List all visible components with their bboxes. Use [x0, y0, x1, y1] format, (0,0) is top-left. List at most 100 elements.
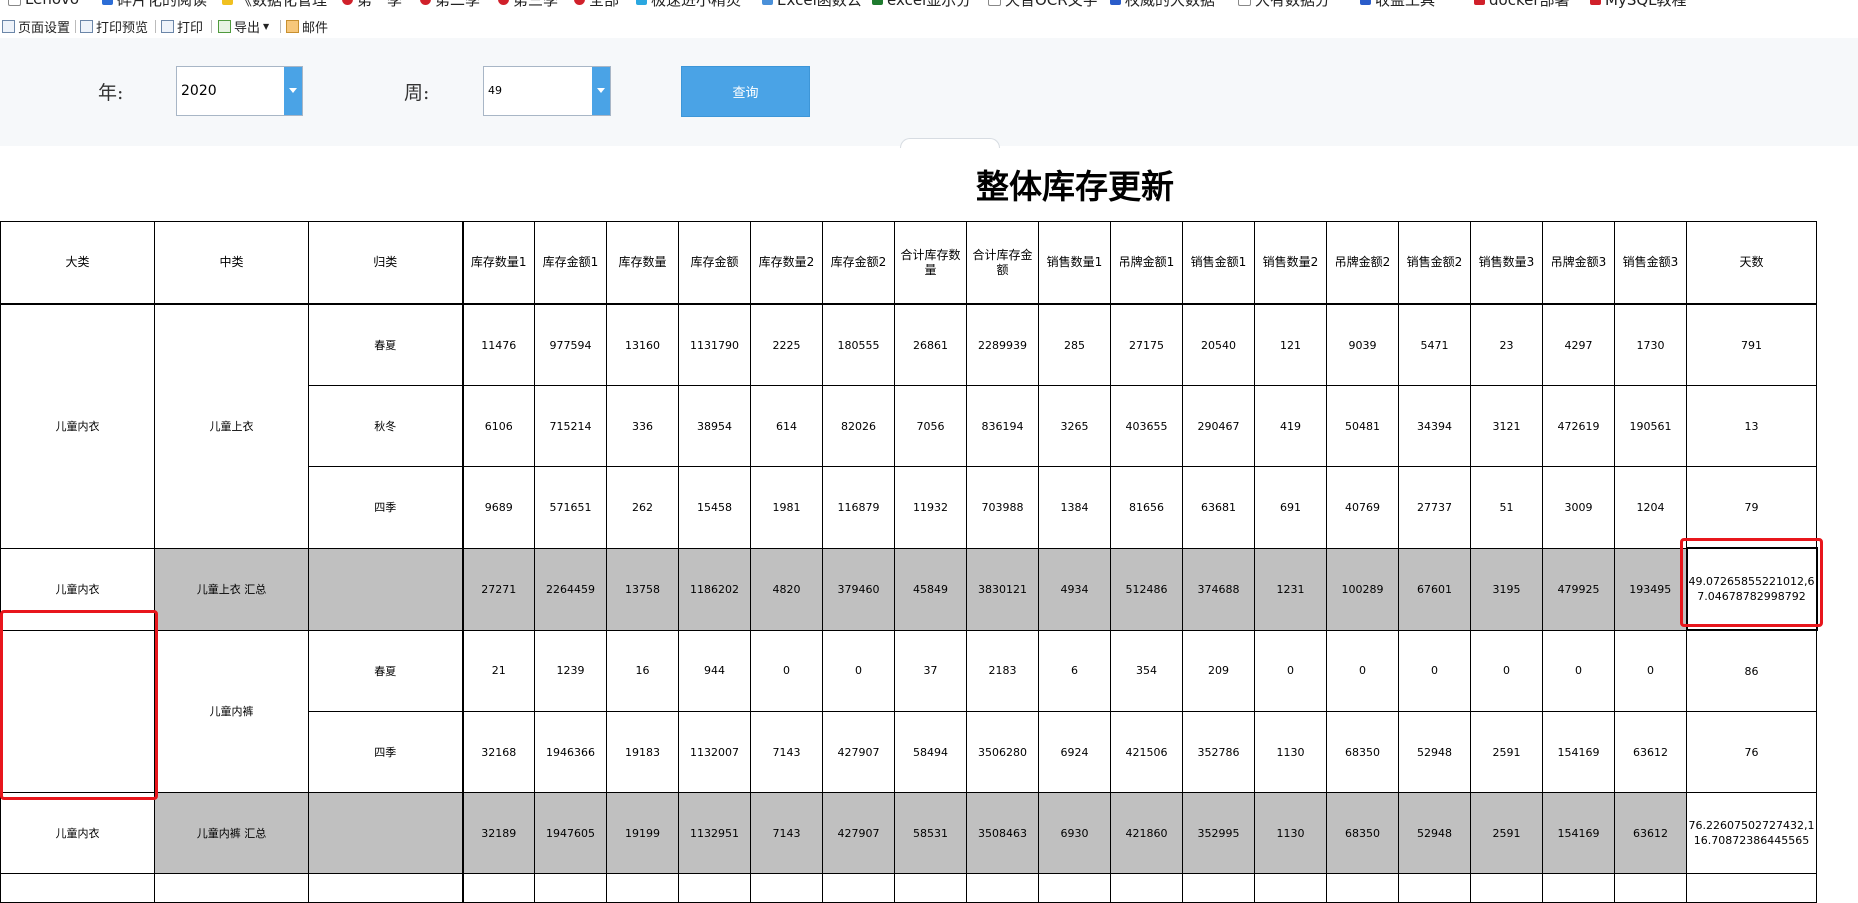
value-cell: 1132007 [678, 711, 751, 793]
value-cell: 0 [750, 629, 823, 712]
value-cell: 419 [1254, 385, 1327, 467]
value-cell: 0 [1254, 629, 1327, 712]
empty-cell [461, 873, 535, 903]
bookmark[interactable]: 天音OCR文字 [988, 0, 1098, 8]
empty-cell [678, 873, 751, 903]
value-cell: 3830121 [966, 547, 1039, 631]
value-cell: 81656 [1110, 466, 1183, 549]
value-cell: 193495 [1614, 547, 1687, 631]
empty-cell [0, 873, 155, 903]
value-cell: 571651 [534, 466, 607, 549]
chevron-down-icon: ▼ [263, 21, 270, 31]
value-cell: 40769 [1326, 466, 1399, 549]
value-cell: 1730 [1614, 303, 1687, 386]
value-cell: 379460 [822, 547, 895, 631]
value-cell: 58494 [894, 711, 967, 793]
year-dropdown-arrow-icon[interactable] [284, 67, 302, 115]
column-header: 销售金额3 [1614, 221, 1687, 305]
value-cell: 3195 [1470, 547, 1543, 631]
query-button[interactable]: 查询 [681, 66, 810, 117]
toolbar-divider [280, 20, 281, 33]
week-select[interactable]: 49 [483, 66, 611, 116]
value-cell: 82026 [822, 385, 895, 467]
bookmark[interactable]: 权威的大数据 [1110, 0, 1215, 8]
subtotal-row: 儿童内衣 儿童内裤 汇总 32189 1947605 19199 1132951 714… [0, 792, 1817, 874]
empty-cell [822, 873, 895, 903]
value-cell: 16 [606, 629, 679, 712]
value-cell: 2591 [1470, 711, 1543, 793]
value-cell: 38954 [678, 385, 751, 467]
value-cell: 19183 [606, 711, 679, 793]
column-header: 合计库存数量 [894, 221, 967, 305]
value-cell: 63612 [1614, 711, 1687, 793]
mail-button[interactable]: 邮件 [286, 16, 328, 36]
empty-cell [966, 873, 1039, 903]
value-cell: 0 [1470, 629, 1543, 712]
days-cell: 49.07265855221012,67.04678782998792 [1685, 547, 1818, 631]
print-button[interactable]: 打印 [161, 16, 203, 36]
bookmark[interactable]: 第二季 [420, 0, 480, 8]
bookmark[interactable]: excel显示分 [872, 0, 971, 8]
page-setup-button[interactable]: 页面设置 [2, 16, 70, 36]
bookmark[interactable]: 《数据化管理 [222, 0, 327, 8]
value-cell: 7056 [894, 385, 967, 467]
bookmark[interactable]: 全部 [574, 0, 619, 8]
bookmark[interactable]: Lenovo [8, 0, 79, 8]
print-preview-button[interactable]: 打印预览 [80, 16, 148, 36]
empty-cell [1254, 873, 1327, 903]
mid-category-cell: 儿童上衣 汇总 [154, 547, 309, 631]
value-cell: 6 [1038, 629, 1111, 712]
bookmark[interactable]: 收益工具 [1360, 0, 1435, 8]
column-header: 库存金额 [678, 221, 751, 305]
week-dropdown-arrow-icon[interactable] [592, 67, 610, 115]
mid-category-cell: 儿童内裤 [154, 629, 309, 793]
column-header: 库存数量 [606, 221, 679, 305]
days-cell: 76 [1686, 711, 1817, 793]
bookmark[interactable]: docker部署 [1474, 0, 1570, 8]
value-cell: 58531 [894, 792, 967, 874]
collapse-handle[interactable] [900, 138, 1000, 148]
value-cell: 7143 [750, 711, 823, 793]
value-cell: 977594 [534, 303, 607, 386]
days-cell: 76.22607502727432,116.70872386445565 [1686, 792, 1817, 874]
type-cell: 四季 [308, 466, 463, 549]
empty-cell [1110, 873, 1183, 903]
bookmark[interactable]: Excel函数公 [762, 0, 862, 8]
value-cell: 13160 [606, 303, 679, 386]
year-select[interactable]: 2020 [176, 66, 303, 116]
column-header: 吊牌金额1 [1110, 221, 1183, 305]
bookmark[interactable]: 极速进小精灵 [636, 0, 741, 8]
type-cell: 四季 [308, 711, 463, 793]
inventory-table: 大类 中类 归类 库存数量1 库存金额1 库存数量 库存金额 库存数量2 库存金额2 合计库存数量… [0, 221, 1818, 903]
empty-cell [1686, 873, 1817, 903]
value-cell: 512486 [1110, 547, 1183, 631]
column-header: 库存金额2 [822, 221, 895, 305]
category-cell [0, 629, 155, 793]
days-cell: 13 [1686, 385, 1817, 467]
value-cell: 154169 [1542, 792, 1615, 874]
mid-category-cell: 儿童内裤 汇总 [154, 792, 309, 874]
category-cell: 儿童内衣 [0, 792, 155, 874]
value-cell: 52948 [1398, 792, 1471, 874]
bookmark[interactable]: 第三季 [498, 0, 558, 8]
empty-cell [1542, 873, 1615, 903]
export-button[interactable]: 导出 ▼ [218, 16, 269, 36]
value-cell: 2264459 [534, 547, 607, 631]
value-cell: 1132951 [678, 792, 751, 874]
value-cell: 63612 [1614, 792, 1687, 874]
bookmark[interactable]: 大有数据分 [1238, 0, 1330, 8]
bookmark[interactable]: MySQL教程 [1590, 0, 1687, 8]
year-label: 年: [98, 82, 124, 104]
value-cell: 121 [1254, 303, 1327, 386]
value-cell: 2591 [1470, 792, 1543, 874]
empty-cell [1614, 873, 1687, 903]
value-cell: 290467 [1182, 385, 1255, 467]
bookmark[interactable]: 第一季 [342, 0, 402, 8]
column-header: 大类 [0, 221, 155, 305]
value-cell: 26861 [894, 303, 967, 386]
value-cell: 1130 [1254, 711, 1327, 793]
value-cell: 15458 [678, 466, 751, 549]
bookmark[interactable]: 碎片化的阅读 [102, 0, 207, 8]
column-header: 吊牌金额3 [1542, 221, 1615, 305]
empty-cell [1038, 873, 1111, 903]
